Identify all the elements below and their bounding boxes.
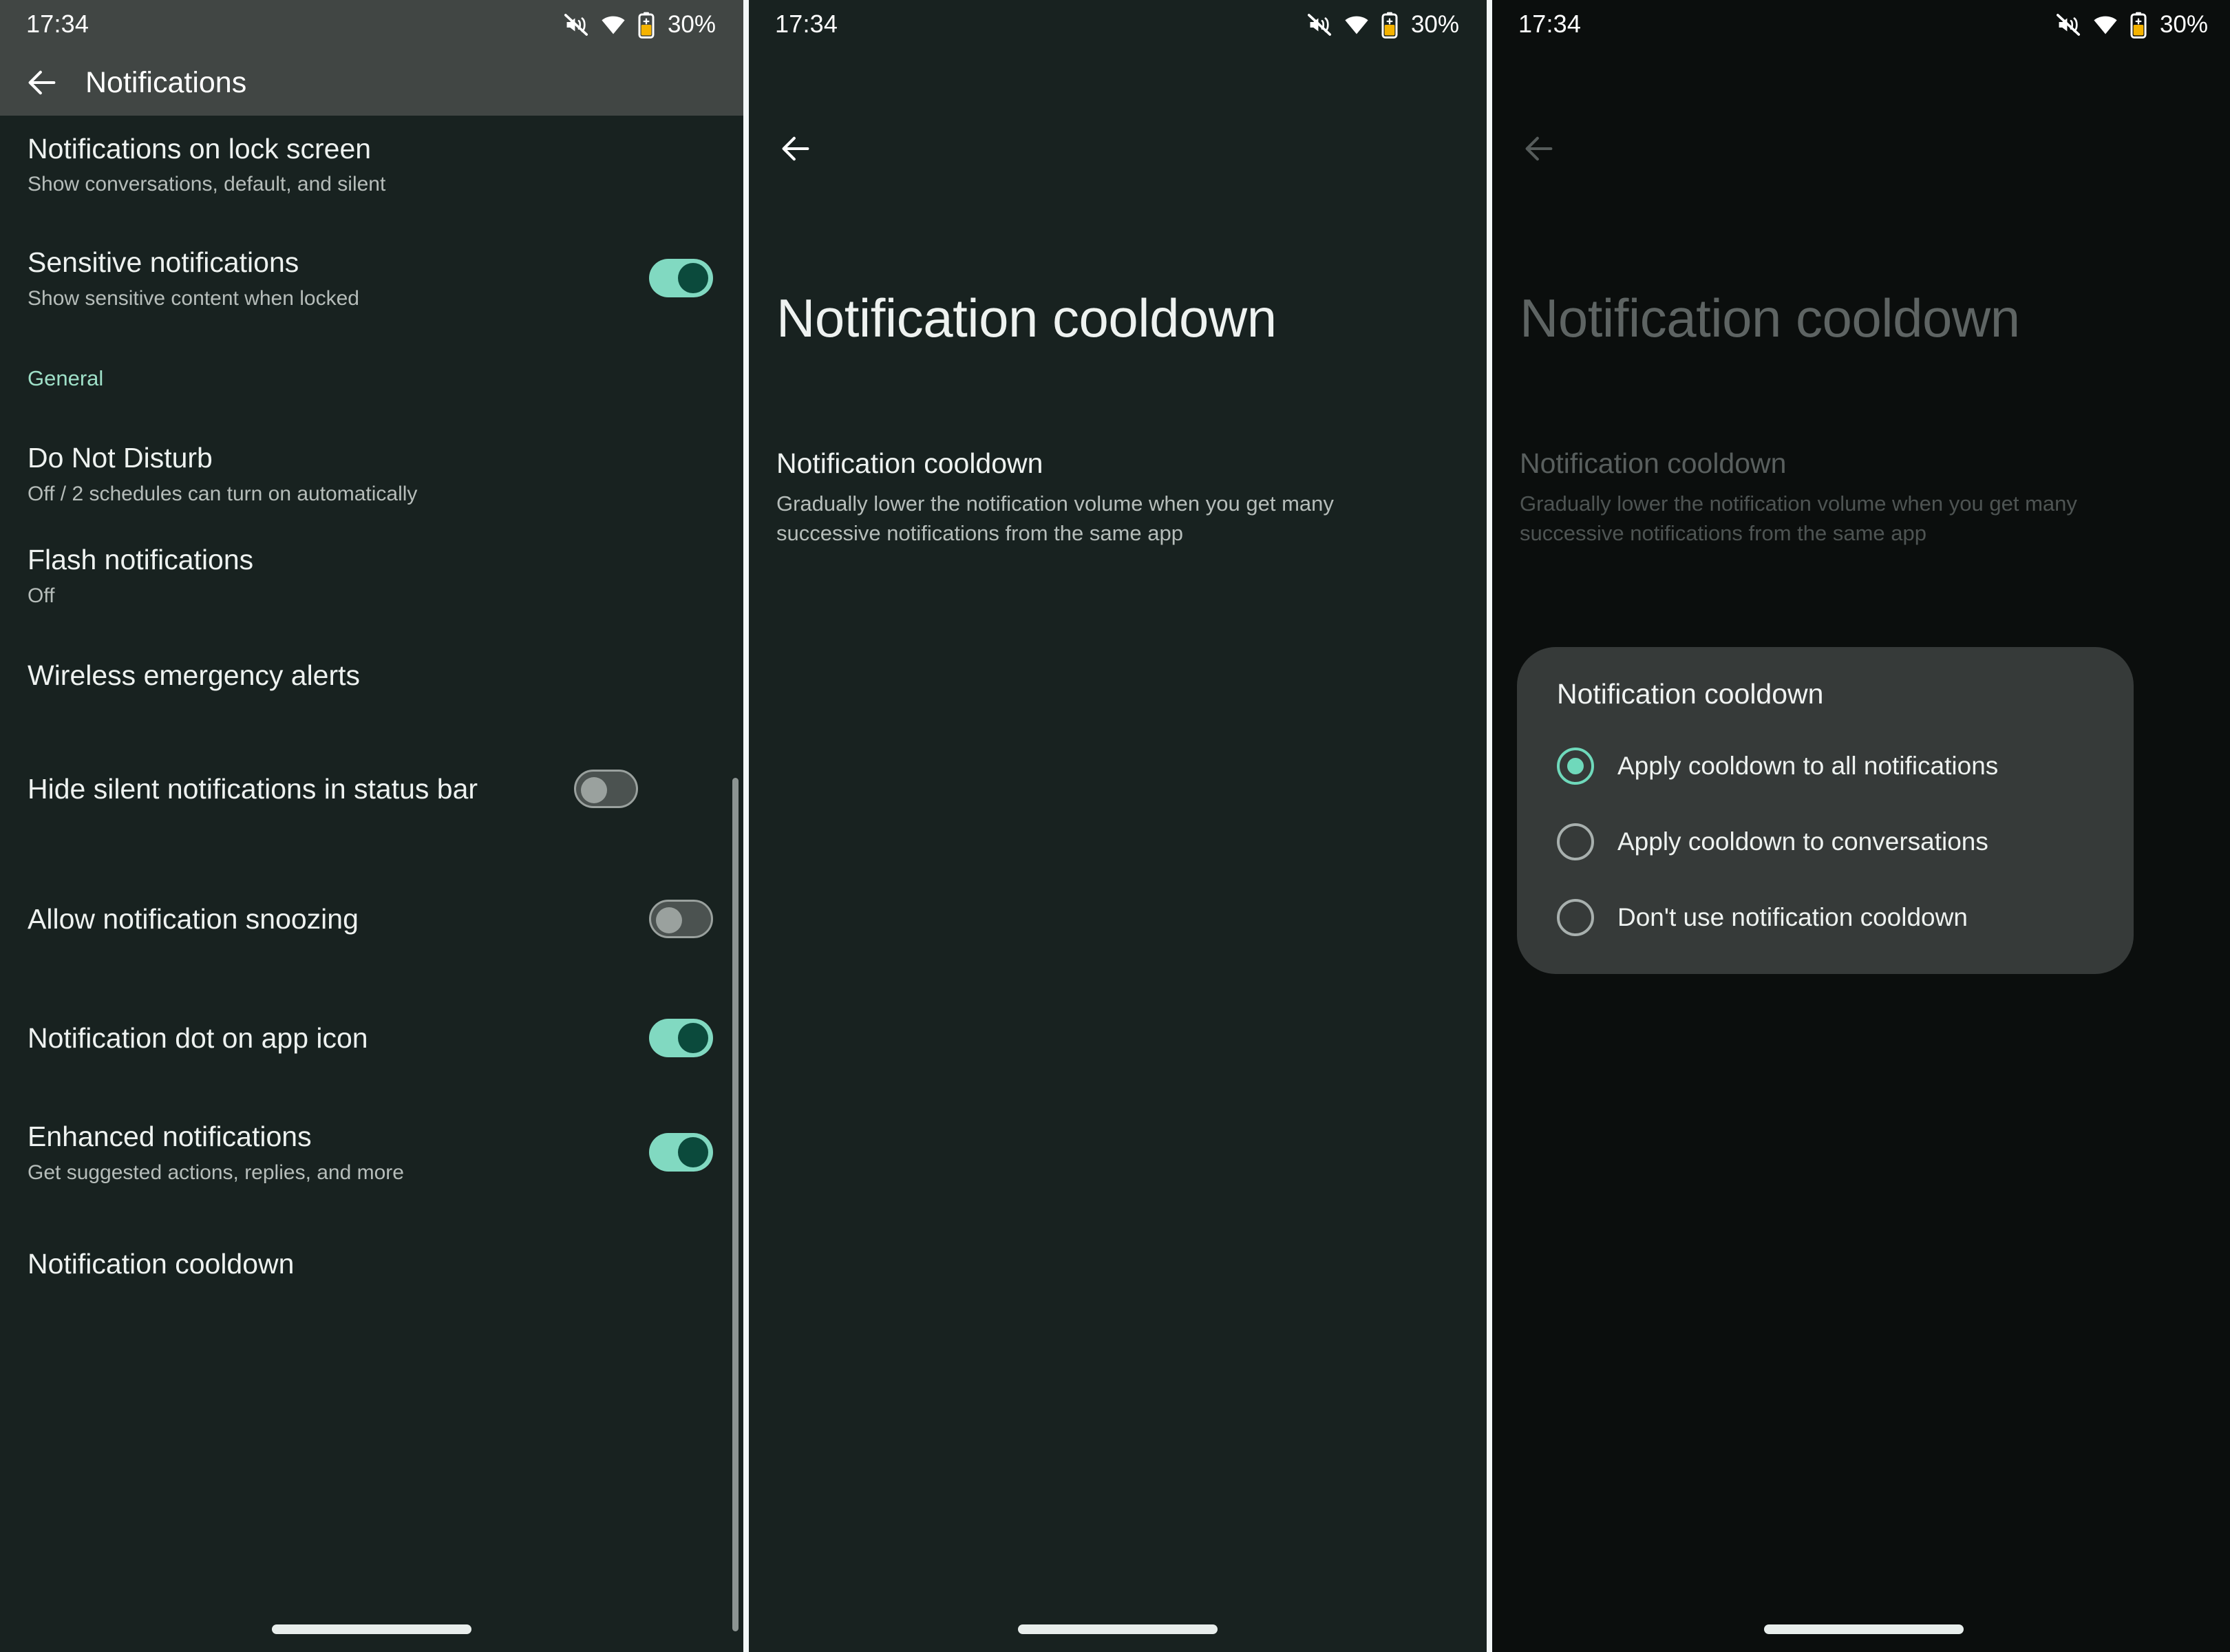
radio-option-label: Apply cooldown to conversations <box>1617 827 1988 856</box>
notification-dot-toggle[interactable] <box>649 1019 713 1057</box>
list-item-subtitle: Show sensitive content when locked <box>28 286 359 310</box>
back-arrow-icon <box>1525 136 1553 161</box>
panel-divider <box>743 0 749 1652</box>
list-item-subtitle: Off <box>28 584 55 607</box>
list-item-title: Enhanced notifications <box>28 1121 312 1153</box>
preference-notification-cooldown: Notification cooldown Gradually lower th… <box>1520 446 2202 549</box>
notification-cooldown-dialog: Notification cooldown Apply cooldown to … <box>1517 647 2134 975</box>
radio-button-icon[interactable] <box>1557 748 1594 785</box>
allow-notification-snoozing-toggle[interactable] <box>649 900 713 938</box>
list-item-notification-dot-on-app-icon[interactable]: Notification dot on app icon <box>0 984 743 1092</box>
status-bar-icons: 30% <box>563 11 716 39</box>
status-bar-clock: 17:34 <box>775 10 838 38</box>
home-indicator[interactable] <box>1018 1624 1218 1634</box>
status-bar-clock: 17:34 <box>1518 10 1582 38</box>
list-item-flash-notifications[interactable]: Flash notifications Off <box>0 525 743 626</box>
battery-percent-label: 30% <box>2159 10 2208 38</box>
battery-percent-label: 30% <box>1410 10 1459 38</box>
home-indicator[interactable] <box>272 1624 471 1634</box>
list-item-title: Notifications on lock screen <box>28 133 372 165</box>
wifi-icon <box>2092 12 2118 38</box>
list-item-sensitive-notifications[interactable]: Sensitive notifications Show sensitive c… <box>0 220 743 336</box>
status-bar: 17:34 30% <box>749 0 1487 50</box>
list-item-notifications-on-lock-screen[interactable]: Notifications on lock screen Show conver… <box>0 116 743 220</box>
home-indicator[interactable] <box>1764 1624 1964 1634</box>
panel-notification-cooldown-dialog: 17:34 30% Notification cooldown Notifica… <box>1492 0 2230 1652</box>
back-arrow-icon <box>782 136 809 161</box>
list-item-subtitle: Show conversations, default, and silent <box>28 173 386 196</box>
list-item-wireless-emergency-alerts[interactable]: Wireless emergency alerts <box>0 626 743 724</box>
three-panel-screenshot: 17:34 30% Notifications Notifications on… <box>0 0 2230 1652</box>
list-item-notification-cooldown[interactable]: Notification cooldown <box>0 1213 743 1316</box>
hide-silent-notifications-toggle[interactable] <box>574 770 638 808</box>
status-bar: 17:34 30% <box>0 0 743 50</box>
settings-list[interactable]: Notifications on lock screen Show conver… <box>0 116 743 1652</box>
list-item-title: Notification cooldown <box>28 1248 295 1280</box>
status-bar-icons: 30% <box>1306 11 1459 39</box>
list-item-title: Allow notification snoozing <box>28 902 359 935</box>
list-item-title: Flash notifications <box>28 544 254 576</box>
toolbar: Notifications <box>0 50 743 116</box>
wifi-icon <box>600 12 626 38</box>
vertical-scrollbar[interactable] <box>732 778 739 1631</box>
radio-option-conversations[interactable]: Apply cooldown to conversations <box>1517 813 2134 871</box>
status-bar: 17:34 30% <box>1492 0 2230 50</box>
panel-notifications-settings: 17:34 30% Notifications Notifications on… <box>0 0 743 1652</box>
status-bar-icons: 30% <box>2055 11 2208 39</box>
back-arrow-icon <box>28 70 56 95</box>
volume-mute-icon <box>2055 12 2081 38</box>
page-title: Notifications <box>85 65 247 99</box>
list-item-enhanced-notifications[interactable]: Enhanced notifications Get suggested act… <box>0 1092 743 1213</box>
section-header-general: General <box>28 366 104 390</box>
radio-button-icon[interactable] <box>1557 899 1594 937</box>
preference-summary: Gradually lower the notification volume … <box>1520 491 2077 546</box>
battery-percent-label: 30% <box>667 10 716 38</box>
back-button[interactable] <box>1511 121 1567 176</box>
list-item-title: Do Not Disturb <box>28 442 213 474</box>
list-item-subtitle: Get suggested actions, replies, and more <box>28 1161 404 1184</box>
list-item-title: Wireless emergency alerts <box>28 659 361 691</box>
preference-title: Notification cooldown <box>1520 447 1787 479</box>
wifi-icon <box>1344 12 1370 38</box>
panel-notification-cooldown: 17:34 30% Notification cooldown Notifica… <box>749 0 1487 1652</box>
radio-option-label: Apply cooldown to all notifications <box>1617 751 1999 780</box>
list-item-allow-notification-snoozing[interactable]: Allow notification snoozing <box>0 854 743 984</box>
collapsing-page-title: Notification cooldown <box>776 288 1277 348</box>
list-item-title: Notification dot on app icon <box>28 1021 368 1054</box>
battery-icon <box>2130 11 2147 39</box>
preference-title: Notification cooldown <box>776 447 1043 479</box>
back-button[interactable] <box>768 121 823 176</box>
collapsing-page-title: Notification cooldown <box>1520 288 2020 348</box>
status-bar-clock: 17:34 <box>26 10 89 38</box>
enhanced-notifications-toggle[interactable] <box>649 1133 713 1172</box>
list-item-title: Hide silent notifications in status bar <box>28 772 478 805</box>
dialog-title: Notification cooldown <box>1557 678 1824 710</box>
battery-icon <box>637 11 655 39</box>
list-item-do-not-disturb[interactable]: Do Not Disturb Off / 2 schedules can tur… <box>0 423 743 525</box>
sensitive-notifications-toggle[interactable] <box>649 259 713 297</box>
radio-option-dont-use[interactable]: Don't use notification cooldown <box>1517 889 2134 946</box>
volume-mute-icon <box>563 12 589 38</box>
volume-mute-icon <box>1306 12 1332 38</box>
list-item-title: Sensitive notifications <box>28 246 299 279</box>
radio-option-all-notifications[interactable]: Apply cooldown to all notifications <box>1517 737 2134 795</box>
panel-divider <box>1487 0 1492 1652</box>
preference-notification-cooldown[interactable]: Notification cooldown Gradually lower th… <box>776 446 1454 549</box>
list-item-subtitle: Off / 2 schedules can turn on automatica… <box>28 482 418 505</box>
list-item-hide-silent-notifications[interactable]: Hide silent notifications in status bar <box>0 724 743 854</box>
battery-icon <box>1381 11 1399 39</box>
preference-summary: Gradually lower the notification volume … <box>776 491 1334 546</box>
back-button[interactable] <box>15 56 69 109</box>
radio-button-icon[interactable] <box>1557 823 1594 861</box>
radio-option-label: Don't use notification cooldown <box>1617 902 1968 931</box>
